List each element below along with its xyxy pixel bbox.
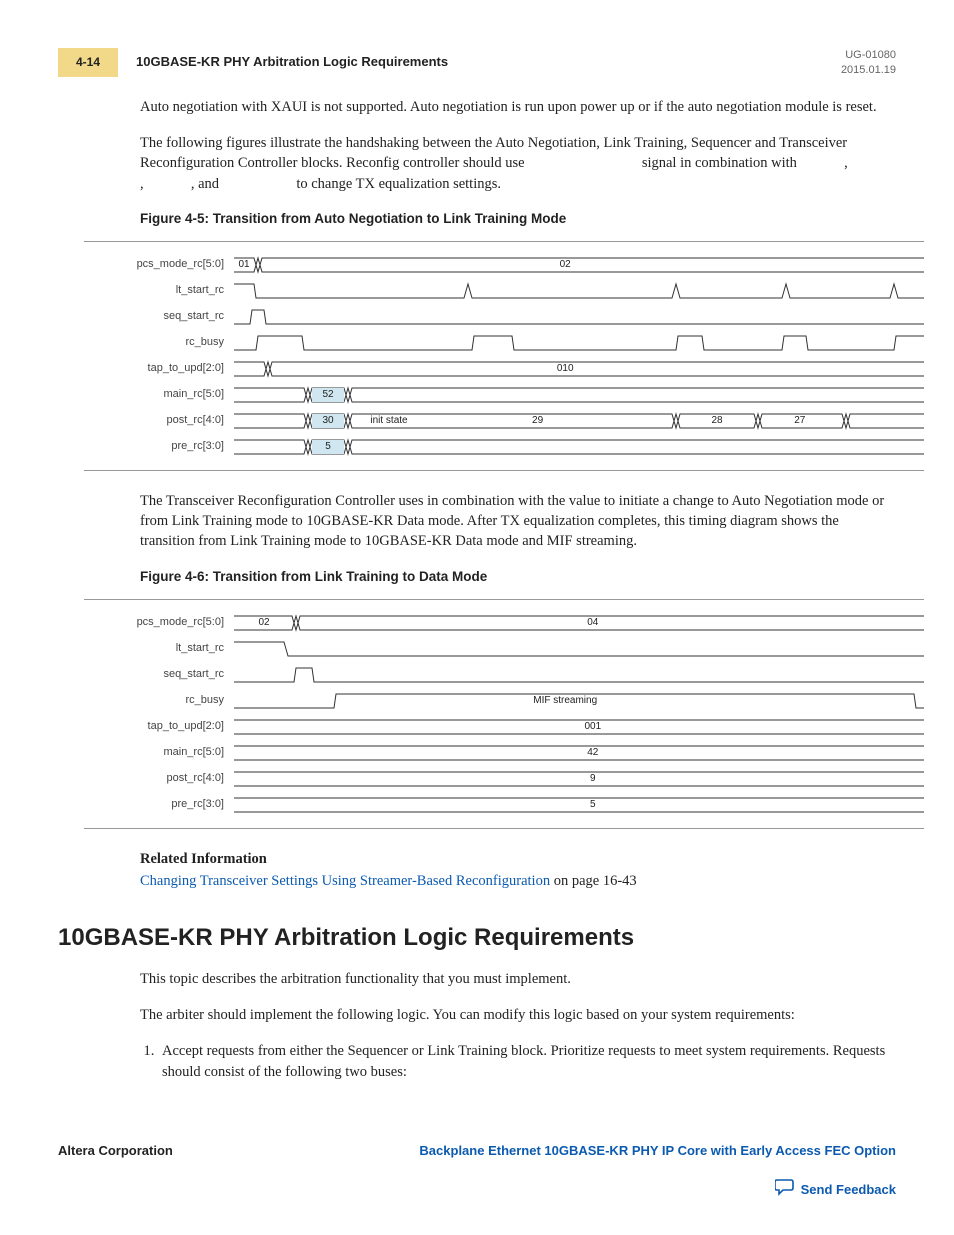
page-footer: Altera Corporation Backplane Ethernet 10… xyxy=(58,1142,896,1160)
signal-value: 04 xyxy=(587,616,598,630)
header-section-title: 10GBASE-KR PHY Arbitration Logic Require… xyxy=(136,53,448,71)
doc-id: UG-01080 xyxy=(841,48,896,63)
signal-annotation: MIF streaming xyxy=(533,694,597,708)
signal-value: 28 xyxy=(711,414,722,428)
text-run: to change TX equalization settings. xyxy=(296,176,501,192)
signal-label: lt_start_rc xyxy=(84,641,234,656)
send-feedback-link[interactable]: Send Feedback xyxy=(58,1178,896,1201)
comment-icon xyxy=(775,1178,795,1201)
signal-value: 52 xyxy=(322,388,333,402)
text-run: , xyxy=(140,176,147,192)
related-heading: Related Information xyxy=(140,849,896,869)
signal-value: 010 xyxy=(557,362,574,376)
signal-value: 29 xyxy=(532,414,543,428)
footer-company: Altera Corporation xyxy=(58,1142,173,1160)
doc-date: 2015.01.19 xyxy=(841,63,896,78)
signal-label: pre_rc[3:0] xyxy=(84,797,234,812)
signal-label: tap_to_upd[2:0] xyxy=(84,719,234,734)
signal-value: 9 xyxy=(590,772,596,786)
paragraph: Auto negotiation with XAUI is not suppor… xyxy=(140,97,896,117)
signal-label: seq_start_rc xyxy=(84,309,234,324)
signal-label: post_rc[4:0] xyxy=(84,413,234,428)
related-link[interactable]: Changing Transceiver Settings Using Stre… xyxy=(140,873,550,889)
signal-value: 02 xyxy=(560,258,571,272)
signal-value: 42 xyxy=(587,746,598,760)
signal-label: post_rc[4:0] xyxy=(84,771,234,786)
section-heading: 10GBASE-KR PHY Arbitration Logic Require… xyxy=(58,921,896,955)
signal-value: 27 xyxy=(794,414,805,428)
signal-value: 5 xyxy=(590,798,596,812)
footer-doc-title-link[interactable]: Backplane Ethernet 10GBASE-KR PHY IP Cor… xyxy=(419,1142,896,1160)
signal-value: 30 xyxy=(322,414,333,428)
signal-label: pcs_mode_rc[5:0] xyxy=(84,257,234,272)
signal-value: init state xyxy=(370,414,407,428)
paragraph: The following figures illustrate the han… xyxy=(140,133,896,194)
figure-caption: Figure 4-5: Transition from Auto Negotia… xyxy=(140,210,896,229)
page-header: 4-14 10GBASE-KR PHY Arbitration Logic Re… xyxy=(58,48,896,79)
signal-label: seq_start_rc xyxy=(84,667,234,682)
text-run: signal in combination with xyxy=(642,155,801,171)
signal-value: 5 xyxy=(325,440,331,454)
text-run: on page 16-43 xyxy=(550,873,637,889)
paragraph: This topic describes the arbitration fun… xyxy=(140,969,896,989)
figure-caption: Figure 4-6: Transition from Link Trainin… xyxy=(140,568,896,587)
timing-diagram-2: pcs_mode_rc[5:0] 02 04 lt_start_rc seq_s… xyxy=(84,599,924,829)
text-run: , and xyxy=(191,176,223,192)
signal-label: pre_rc[3:0] xyxy=(84,439,234,454)
paragraph: The arbiter should implement the followi… xyxy=(140,1005,896,1025)
signal-label: rc_busy xyxy=(84,693,234,708)
signal-label: main_rc[5:0] xyxy=(84,387,234,402)
signal-label: rc_busy xyxy=(84,335,234,350)
header-right: UG-01080 2015.01.19 xyxy=(841,48,896,79)
signal-label: tap_to_upd[2:0] xyxy=(84,361,234,376)
signal-label: lt_start_rc xyxy=(84,283,234,298)
signal-label: pcs_mode_rc[5:0] xyxy=(84,615,234,630)
signal-value: 02 xyxy=(258,616,269,630)
header-left: 4-14 10GBASE-KR PHY Arbitration Logic Re… xyxy=(58,48,448,77)
feedback-label: Send Feedback xyxy=(801,1181,896,1199)
signal-label: main_rc[5:0] xyxy=(84,745,234,760)
timing-diagram-1: pcs_mode_rc[5:0] 01 02 lt_start_rc seq_s… xyxy=(84,241,924,471)
signal-value: 01 xyxy=(238,258,249,272)
text-run: , xyxy=(844,155,851,171)
page-number-badge: 4-14 xyxy=(58,48,118,77)
document-page: 4-14 10GBASE-KR PHY Arbitration Logic Re… xyxy=(0,0,954,1231)
signal-value: 001 xyxy=(584,720,601,734)
paragraph: The Transceiver Reconfiguration Controll… xyxy=(140,491,896,552)
list-item: Accept requests from either the Sequence… xyxy=(158,1041,896,1082)
